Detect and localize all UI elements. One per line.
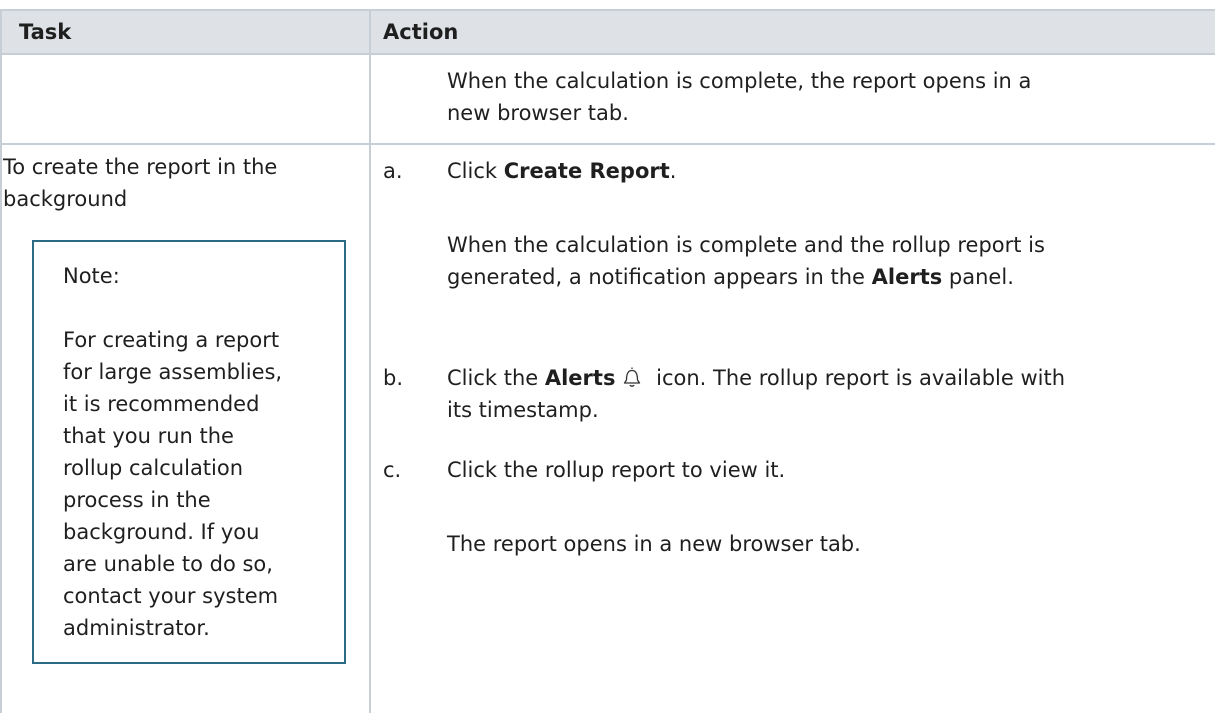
step-a-result-suffix: panel. <box>942 265 1014 289</box>
step-a-result-line1: When the calculation is complete and the… <box>447 233 1045 257</box>
step-a-letter: a. <box>383 159 403 183</box>
note-label: Note: <box>63 264 120 288</box>
step-c-letter: c. <box>383 458 402 482</box>
table-left-border <box>0 9 2 713</box>
note-line: for large assemblies, <box>63 360 283 384</box>
task-line2: background <box>3 187 128 211</box>
note-line: contact your system <box>63 584 279 608</box>
note-body: For creating a report for large assembli… <box>63 324 333 644</box>
alerts-label: Alerts <box>544 366 616 390</box>
table-header: Task Action <box>0 9 1215 55</box>
step-b-prefix: Click the <box>447 366 545 390</box>
note-line: are unable to do so, <box>63 552 273 576</box>
note-line: process in the <box>63 488 211 512</box>
step-b-line2: its timestamp. <box>447 398 599 422</box>
step-a-result: When the calculation is complete and the… <box>447 229 1187 293</box>
note-line: rollup calculation <box>63 456 244 480</box>
step-c-result: The report opens in a new browser tab. <box>447 532 861 556</box>
step-a-prefix: Click <box>447 159 504 183</box>
create-report-label: Create Report <box>503 159 670 183</box>
row1-action-line1: When the calculation is complete, the re… <box>447 69 1032 93</box>
step-a-result-prefix: generated, a notification appears in the <box>447 265 872 289</box>
step-b-letter: b. <box>383 366 404 390</box>
column-divider <box>369 9 371 713</box>
note-line: it is recommended <box>63 392 260 416</box>
note-line: that you run the <box>63 424 234 448</box>
step-a-result-line2: generated, a notification appears in the… <box>447 261 1187 293</box>
alerts-panel-label: Alerts <box>871 265 943 289</box>
note-box: Note: For creating a report for large as… <box>32 240 346 664</box>
step-b-line1: Click the Alerts icon. The rollup report… <box>447 362 1187 394</box>
row-divider <box>0 143 1215 145</box>
task-column-header: Task <box>19 20 72 44</box>
note-line: For creating a report <box>63 328 280 352</box>
row1-action-text: When the calculation is complete, the re… <box>447 65 1031 129</box>
row1-action-line2: new browser tab. <box>447 101 629 125</box>
step-b-suffix: icon. The rollup report is available wit… <box>649 366 1066 390</box>
procedure-table: Task Action When the calculation is comp… <box>0 0 1215 713</box>
row2-task-text: To create the report in the background <box>3 151 277 215</box>
task-line1: To create the report in the <box>3 155 278 179</box>
bell-icon <box>619 364 645 390</box>
note-line: background. If you <box>63 520 260 544</box>
step-b-text: Click the Alerts icon. The rollup report… <box>447 362 1187 426</box>
note-line: administrator. <box>63 616 210 640</box>
action-column-header: Action <box>383 20 459 44</box>
step-c-text: Click the rollup report to view it. <box>447 458 786 482</box>
step-a-text: Click Create Report. <box>447 155 1187 187</box>
step-a-suffix: . <box>669 159 677 183</box>
